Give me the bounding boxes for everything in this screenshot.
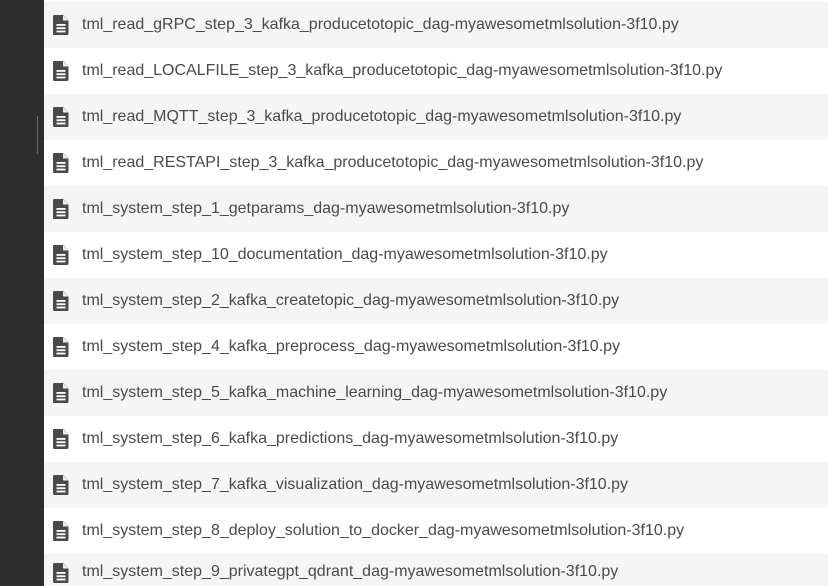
file-name: tml_read_RESTAPI_step_3_kafka_producetot…: [82, 154, 704, 171]
document-icon: [52, 107, 70, 127]
document-icon: [52, 245, 70, 265]
document-icon: [52, 337, 70, 357]
file-row[interactable]: tml_system_step_1_getparams_dag-myawesom…: [44, 186, 828, 232]
file-row[interactable]: tml_system_step_9_privategpt_qdrant_dag-…: [44, 554, 828, 586]
file-name: tml_system_step_6_kafka_predictions_dag-…: [82, 430, 619, 447]
file-row[interactable]: tml_read_MQTT_step_3_kafka_producetotopi…: [44, 94, 828, 140]
file-name: tml_system_step_9_privategpt_qdrant_dag-…: [82, 563, 619, 580]
file-row[interactable]: tml_system_step_7_kafka_visualization_da…: [44, 462, 828, 508]
file-name: tml_system_step_10_documentation_dag-mya…: [82, 246, 608, 263]
document-icon: [52, 153, 70, 173]
document-icon: [52, 15, 70, 35]
file-row[interactable]: tml_read_LOCALFILE_step_3_kafka_producet…: [44, 48, 828, 94]
gutter-divider: [37, 116, 38, 154]
file-name: tml_read_MQTT_step_3_kafka_producetotopi…: [82, 108, 682, 125]
file-row[interactable]: tml_read_gRPC_step_3_kafka_producetotopi…: [44, 2, 828, 48]
file-name: tml_system_step_2_kafka_createtopic_dag-…: [82, 292, 620, 309]
file-list: tml_read_gRPC_step_3_kafka_producetotopi…: [44, 0, 828, 586]
file-name: tml_system_step_4_kafka_preprocess_dag-m…: [82, 338, 621, 355]
file-name: tml_system_step_5_kafka_machine_learning…: [82, 384, 668, 401]
file-row[interactable]: tml_system_step_8_deploy_solution_to_doc…: [44, 508, 828, 554]
document-icon: [52, 475, 70, 495]
file-row[interactable]: tml_system_step_6_kafka_predictions_dag-…: [44, 416, 828, 462]
document-icon: [52, 383, 70, 403]
document-icon: [52, 61, 70, 81]
document-icon: [52, 521, 70, 541]
file-name: tml_system_step_8_deploy_solution_to_doc…: [82, 522, 685, 539]
sidebar-gutter: [0, 0, 44, 586]
file-name: tml_system_step_1_getparams_dag-myawesom…: [82, 200, 570, 217]
document-icon: [52, 429, 70, 449]
file-browser: tml_read_gRPC_step_3_kafka_producetotopi…: [0, 0, 828, 586]
document-icon: [52, 291, 70, 311]
file-row[interactable]: tml_system_step_10_documentation_dag-mya…: [44, 232, 828, 278]
file-row[interactable]: tml_system_step_5_kafka_machine_learning…: [44, 370, 828, 416]
file-name: tml_read_gRPC_step_3_kafka_producetotopi…: [82, 16, 679, 33]
file-row[interactable]: tml_system_step_4_kafka_preprocess_dag-m…: [44, 324, 828, 370]
file-row[interactable]: tml_read_RESTAPI_step_3_kafka_producetot…: [44, 140, 828, 186]
document-icon: [52, 199, 70, 219]
file-name: tml_read_LOCALFILE_step_3_kafka_producet…: [82, 62, 723, 79]
file-name: tml_system_step_7_kafka_visualization_da…: [82, 476, 629, 493]
file-row[interactable]: tml_system_step_2_kafka_createtopic_dag-…: [44, 278, 828, 324]
document-icon: [52, 563, 70, 583]
